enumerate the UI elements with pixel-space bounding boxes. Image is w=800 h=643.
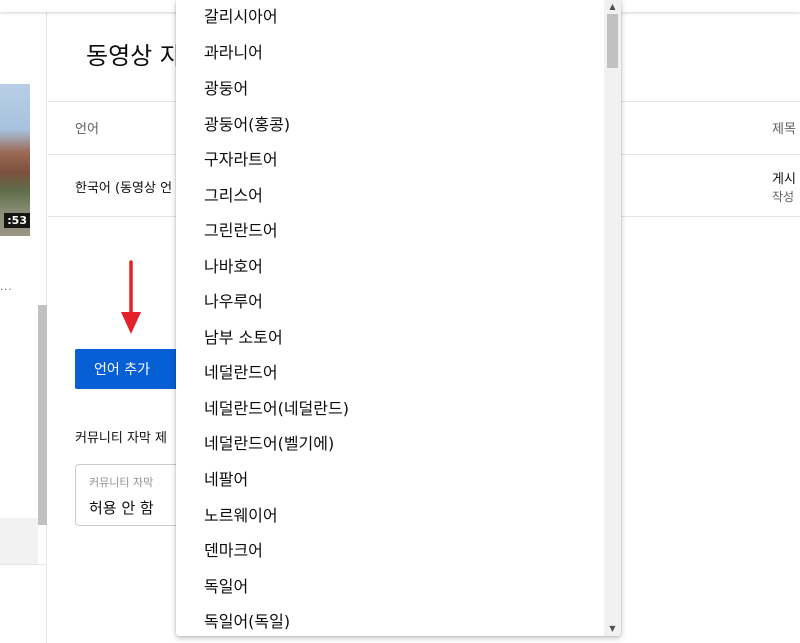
scrollbar-thumb[interactable]: [607, 14, 618, 68]
language-option[interactable]: 덴마크어: [176, 534, 604, 568]
language-option[interactable]: 과라니어: [176, 36, 604, 70]
thumbnail-duration: :53: [4, 213, 30, 228]
sidebar-divider: [0, 564, 47, 565]
video-thumbnail[interactable]: :53: [0, 84, 30, 236]
community-subtitles-select[interactable]: 커뮤니티 자막 허용 안 함: [75, 464, 185, 526]
language-option[interactable]: 네덜란드어: [176, 356, 604, 390]
red-arrow-annotation: [121, 260, 141, 334]
language-option[interactable]: 그리스어: [176, 179, 604, 213]
community-select-label: 커뮤니티 자막: [89, 476, 154, 489]
language-option[interactable]: 광둥어: [176, 72, 604, 106]
language-option[interactable]: 갈리시아어: [176, 0, 604, 34]
language-option[interactable]: 독일어(독일): [176, 605, 604, 636]
language-option[interactable]: 광둥어(홍콩): [176, 108, 604, 142]
column-header-title: 제목: [772, 122, 796, 137]
dropdown-scrollbar[interactable]: ▲ ▼: [604, 0, 621, 636]
scroll-up-arrow-icon[interactable]: ▲: [604, 0, 621, 14]
community-subtitles-label: 커뮤니티 자막 제: [75, 431, 167, 446]
row-status: 게시: [772, 172, 796, 187]
language-option[interactable]: 네팔어: [176, 463, 604, 497]
column-header-language: 언어: [75, 122, 99, 137]
language-option[interactable]: 네덜란드어(네덜란드): [176, 392, 604, 426]
language-dropdown[interactable]: 갈리시아어 과라니어 광둥어 광둥어(홍콩) 구자라트어 그리스어 그린란드어 …: [176, 0, 621, 636]
community-select-value: 허용 안 함: [89, 499, 154, 517]
sidebar-scrollbar[interactable]: [38, 305, 47, 525]
scroll-down-arrow-icon[interactable]: ▼: [604, 622, 621, 636]
left-sidebar: :53 ...: [0, 12, 47, 643]
language-option[interactable]: 그린란드어: [176, 214, 604, 248]
sidebar-active-item[interactable]: [0, 518, 38, 564]
language-option[interactable]: 노르웨이어: [176, 499, 604, 533]
language-option[interactable]: 남부 소토어: [176, 321, 604, 355]
sidebar-ellipsis: ...: [0, 282, 13, 293]
language-option[interactable]: 독일어: [176, 570, 604, 604]
language-option[interactable]: 나우루어: [176, 285, 604, 319]
language-option[interactable]: 나바호어: [176, 250, 604, 284]
row-meta: 작성: [772, 190, 795, 204]
language-option[interactable]: 구자라트어: [176, 143, 604, 177]
language-option[interactable]: 네덜란드어(벨기에): [176, 427, 604, 461]
row-language: 한국어 (동영상 언: [75, 181, 173, 196]
dialog-title: 동영상 자: [86, 42, 182, 70]
add-language-button[interactable]: 언어 추가: [75, 349, 185, 389]
